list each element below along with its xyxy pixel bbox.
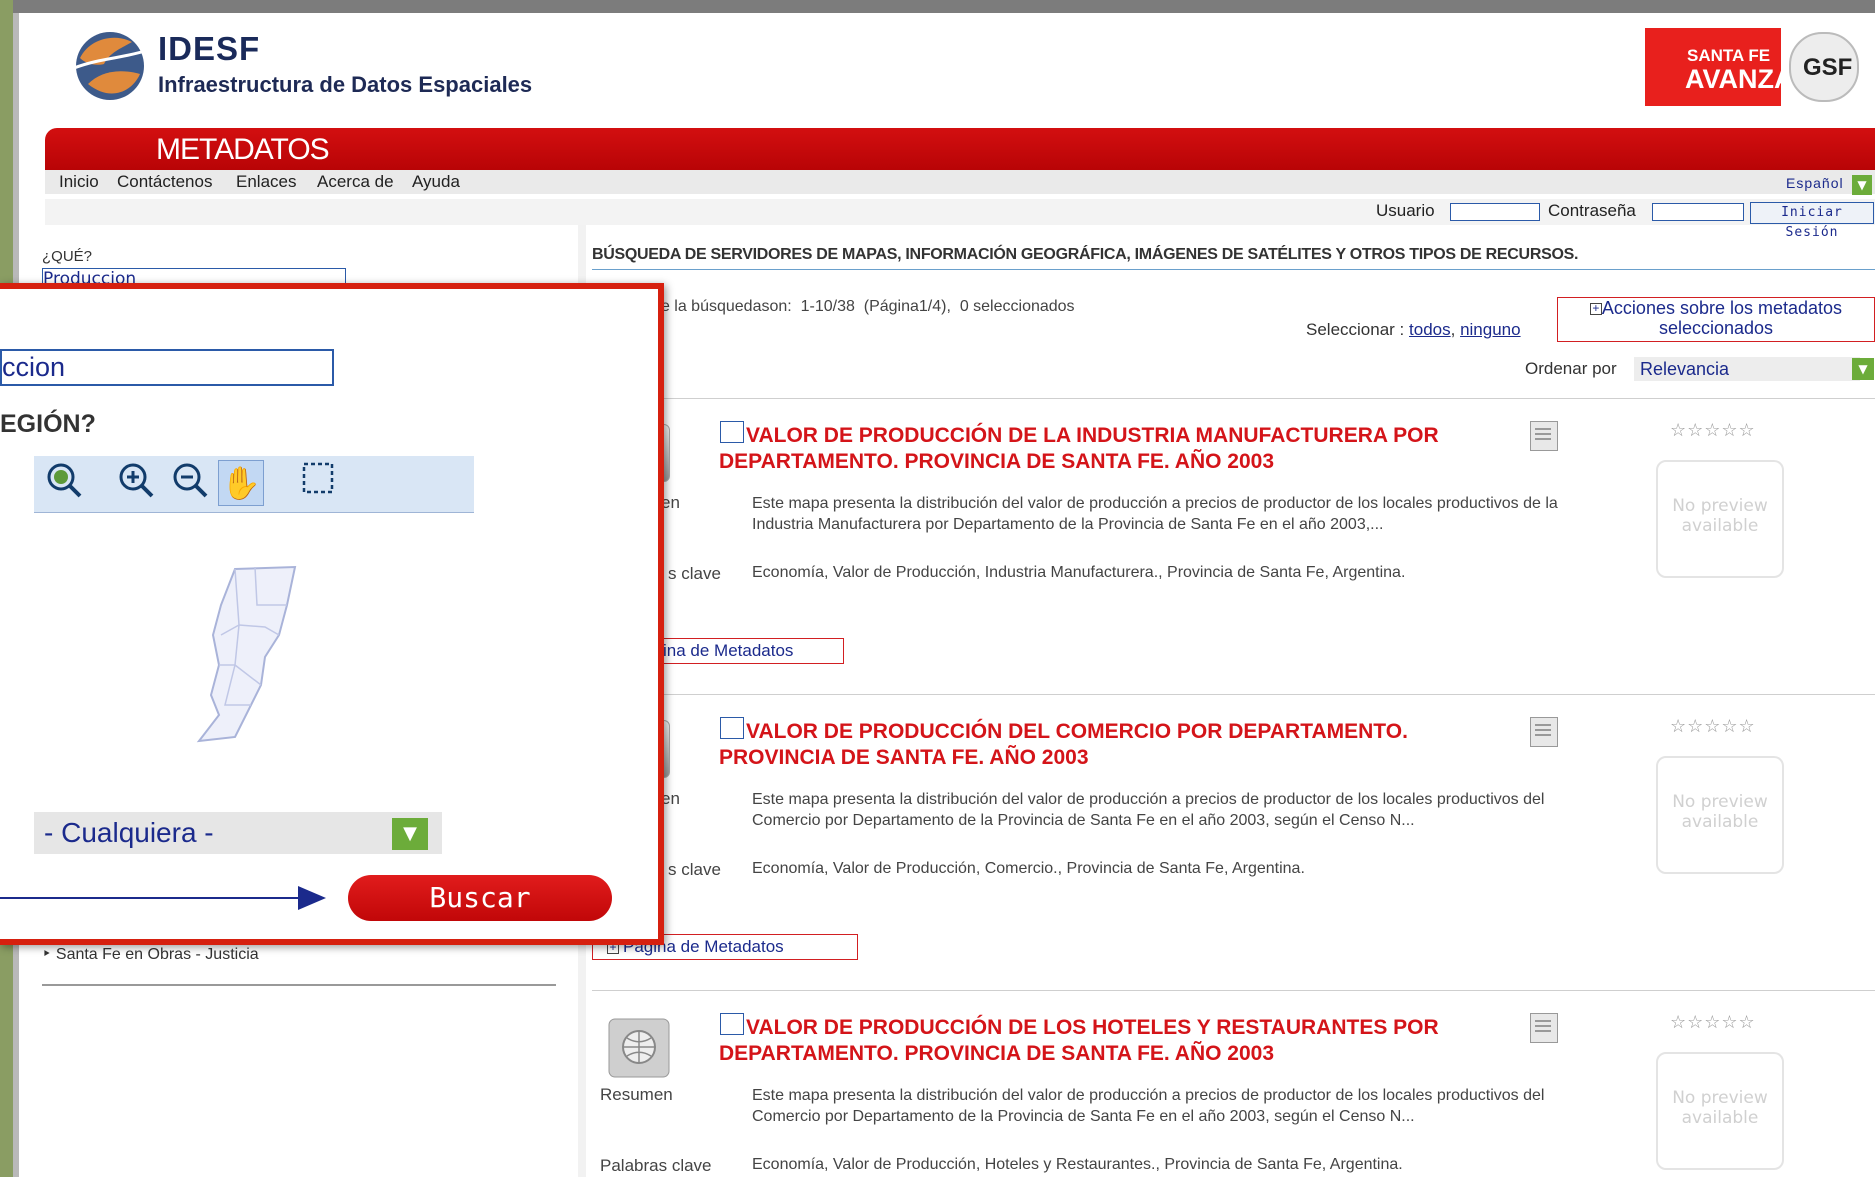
- nav-acerca-de[interactable]: Acerca de: [317, 172, 394, 192]
- actions-line1: Acciones sobre los metadatos: [1601, 298, 1843, 318]
- sf-logo-line2: AVANZA: [1685, 64, 1794, 94]
- arrow-head-icon: [298, 886, 326, 910]
- preview-placeholder: No preview available: [1656, 460, 1784, 578]
- result-keywords: Economía, Valor de Producción, Comercio.…: [752, 860, 1305, 877]
- region-select[interactable]: - Cualquiera -: [34, 812, 442, 854]
- rating-stars[interactable]: ☆☆☆☆☆: [1670, 1012, 1756, 1033]
- result-summary: Este mapa presenta la distribución del v…: [752, 1087, 1545, 1125]
- chevron-down-icon[interactable]: ▼: [1852, 175, 1872, 195]
- preview-placeholder: No preview available: [1656, 1052, 1784, 1170]
- chevron-down-icon[interactable]: ▼: [1852, 358, 1874, 380]
- result-keywords: Economía, Valor de Producción, Industria…: [752, 564, 1406, 581]
- santa-fe-avanza-logo: SANTA FE AVANZA: [1645, 28, 1794, 106]
- nav-inicio[interactable]: Inicio: [59, 172, 99, 192]
- results-separator: [592, 694, 1875, 695]
- zoom-out-icon[interactable]: [168, 460, 212, 504]
- order-label: Ordenar por: [1525, 359, 1617, 378]
- sidebar-divider: [42, 984, 556, 986]
- nav-contactenos[interactable]: Contáctenos: [117, 172, 212, 192]
- select-box-icon[interactable]: [296, 460, 340, 504]
- province-map[interactable]: [195, 565, 305, 745]
- pan-hand-icon[interactable]: ✋: [218, 460, 264, 506]
- keywords-label: s clave: [668, 564, 721, 583]
- sf-logo-line1: SANTA FE: [1687, 46, 1771, 65]
- globe-logo-icon: [73, 32, 149, 100]
- metadata-link-label: ina de Metadatos: [663, 641, 794, 660]
- username-label: Usuario: [1376, 201, 1435, 220]
- zoom-in-icon[interactable]: [114, 460, 158, 504]
- expand-plus-icon: +: [1589, 302, 1602, 315]
- password-label: Contraseña: [1548, 201, 1636, 220]
- preview-text: No preview available: [1672, 1088, 1768, 1128]
- globe-thumbnail-icon[interactable]: [608, 1018, 670, 1078]
- result-summary: Este mapa presenta la distribución del v…: [752, 495, 1558, 533]
- rating-stars[interactable]: ☆☆☆☆☆: [1670, 716, 1756, 737]
- search-button[interactable]: Buscar: [348, 875, 612, 921]
- logo-subtitle: Infraestructura de Datos Espaciales: [158, 72, 533, 97]
- chevron-down-icon[interactable]: ▼: [392, 818, 428, 850]
- title-underline: [592, 269, 1875, 270]
- document-icon[interactable]: [1530, 421, 1558, 451]
- sidebar-link-label: Santa Fe en Obras - Justicia: [55, 946, 259, 963]
- result-summary: Este mapa presenta la distribución del v…: [752, 791, 1545, 829]
- gsf-logo: GSF: [1789, 32, 1859, 102]
- preview-text: No preview available: [1672, 792, 1768, 832]
- result-title[interactable]: VALOR DE PRODUCCIÓN DEL COMERCIO POR DEP…: [719, 719, 1519, 771]
- document-icon[interactable]: [1530, 1013, 1558, 1043]
- section-title: METADATOS: [156, 133, 330, 166]
- sidebar-link-obras-justicia[interactable]: ‣ Santa Fe en Obras - Justicia: [42, 944, 259, 964]
- select-none-link[interactable]: ninguno: [1460, 320, 1521, 339]
- result-title[interactable]: VALOR DE PRODUCCIÓN DE LOS HOTELES Y RES…: [719, 1015, 1519, 1067]
- metadata-actions-button[interactable]: + Acciones sobre los metadatos selecciona…: [1557, 297, 1875, 342]
- nav-enlaces[interactable]: Enlaces: [236, 172, 296, 192]
- nav-ayuda[interactable]: Ayuda: [412, 172, 460, 192]
- preview-text: No preview available: [1672, 496, 1768, 536]
- summary-label: Resumen: [600, 1085, 673, 1104]
- result-keywords: Economía, Valor de Producción, Hoteles y…: [752, 1156, 1403, 1173]
- page-title: BÚSQUEDA DE SERVIDORES DE MAPAS, INFORMA…: [592, 246, 1579, 263]
- results-summary: ultados de la búsquedason: 1-10/38 (Pági…: [596, 298, 1075, 315]
- preview-placeholder: No preview available: [1656, 756, 1784, 874]
- metadata-page-button[interactable]: ina de Metadatos: [650, 638, 844, 664]
- keywords-label: Palabras clave: [600, 1156, 712, 1175]
- select-all-link[interactable]: todos: [1409, 320, 1451, 339]
- region-label: EGIÓN?: [0, 410, 96, 438]
- actions-line2: seleccionados: [1658, 318, 1774, 338]
- select-controls: Seleccionar : todos, ninguno: [1306, 320, 1521, 339]
- select-label: Seleccionar :: [1306, 320, 1405, 339]
- password-input[interactable]: [1652, 203, 1744, 221]
- zoomed-what-input[interactable]: ccion: [0, 349, 334, 386]
- window-top-border: [0, 0, 1875, 13]
- zoom-extent-icon[interactable]: [42, 460, 86, 504]
- logo-title: IDESF: [158, 30, 261, 67]
- order-select[interactable]: Relevancia: [1634, 357, 1860, 381]
- rating-stars[interactable]: ☆☆☆☆☆: [1670, 420, 1756, 441]
- login-button[interactable]: Iniciar Sesión: [1750, 202, 1874, 240]
- results-separator: [592, 990, 1875, 991]
- document-icon[interactable]: [1530, 717, 1558, 747]
- username-input[interactable]: [1450, 203, 1540, 221]
- what-label: ¿QUÉ?: [42, 248, 93, 265]
- language-select[interactable]: Español: [1786, 175, 1844, 191]
- results-separator: [592, 398, 1875, 399]
- arrow-line: [0, 897, 310, 899]
- gsf-logo-text: GSF: [1803, 54, 1853, 81]
- result-title[interactable]: VALOR DE PRODUCCIÓN DE LA INDUSTRIA MANU…: [719, 423, 1519, 475]
- keywords-label: s clave: [668, 860, 721, 879]
